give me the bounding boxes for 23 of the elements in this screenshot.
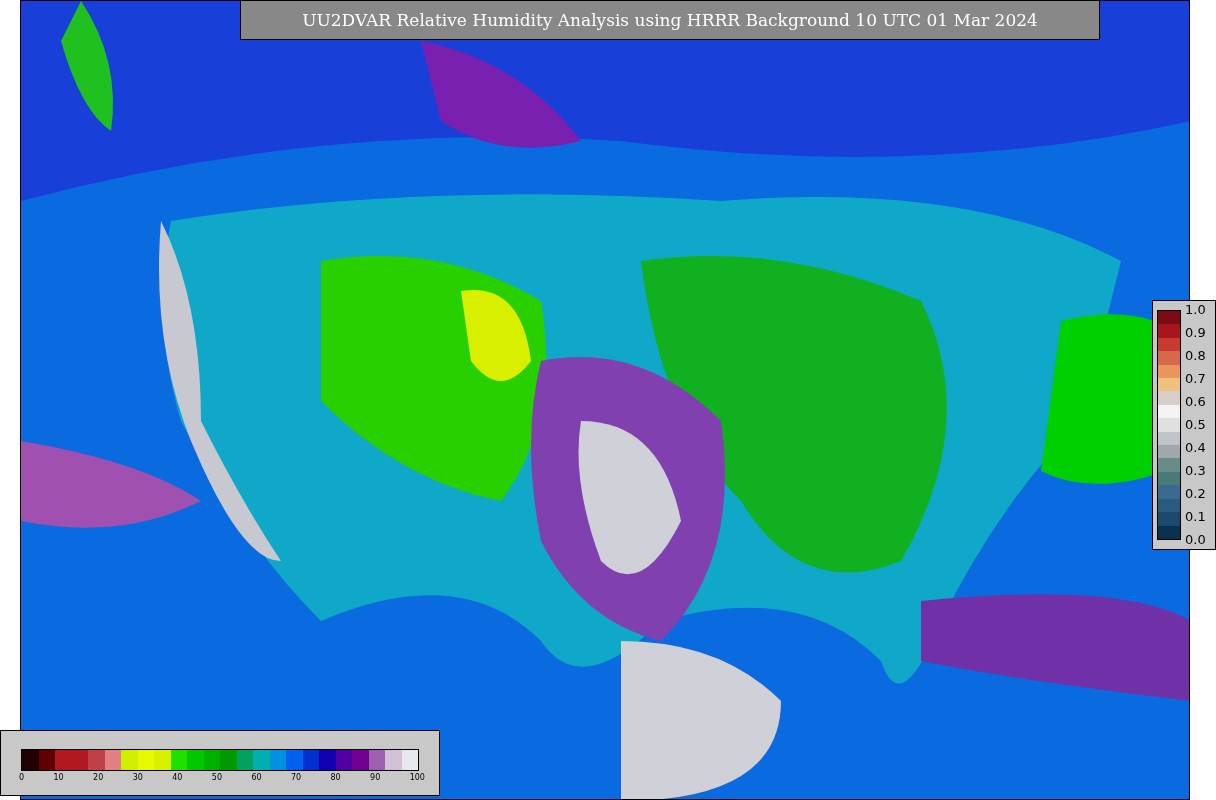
scale-label: 0 bbox=[19, 773, 25, 782]
scale-label: 20 bbox=[93, 773, 104, 782]
scale-label: 0.5 bbox=[1185, 417, 1206, 433]
scale-label: 0.1 bbox=[1185, 509, 1206, 525]
scale-label: 0.8 bbox=[1185, 348, 1206, 364]
scale-label: 50 bbox=[211, 773, 222, 782]
scale-label: 0.6 bbox=[1185, 394, 1206, 410]
scale-label: 0.2 bbox=[1185, 486, 1206, 502]
scale-label: 0.0 bbox=[1185, 532, 1206, 548]
scale-label: 100 bbox=[409, 773, 425, 782]
scale-label: 0.3 bbox=[1185, 463, 1206, 479]
scale-label: 40 bbox=[172, 773, 183, 782]
map-title: UU2DVAR Relative Humidity Analysis using HRRR Background 10 UTC 01 Mar 2024 bbox=[240, 0, 1100, 40]
scale-label: 30 bbox=[132, 773, 143, 782]
scale-label: 1.0 bbox=[1185, 302, 1206, 318]
scale-label: 0.4 bbox=[1185, 440, 1206, 456]
scale-label: 0.9 bbox=[1185, 325, 1206, 341]
scale-label: 10 bbox=[53, 773, 64, 782]
scale-label: 90 bbox=[370, 773, 381, 782]
scale-label: 70 bbox=[290, 773, 302, 782]
scale-label: 60 bbox=[251, 773, 262, 782]
scale-label: 0.7 bbox=[1185, 371, 1206, 387]
scale-label: 80 bbox=[330, 773, 341, 782]
